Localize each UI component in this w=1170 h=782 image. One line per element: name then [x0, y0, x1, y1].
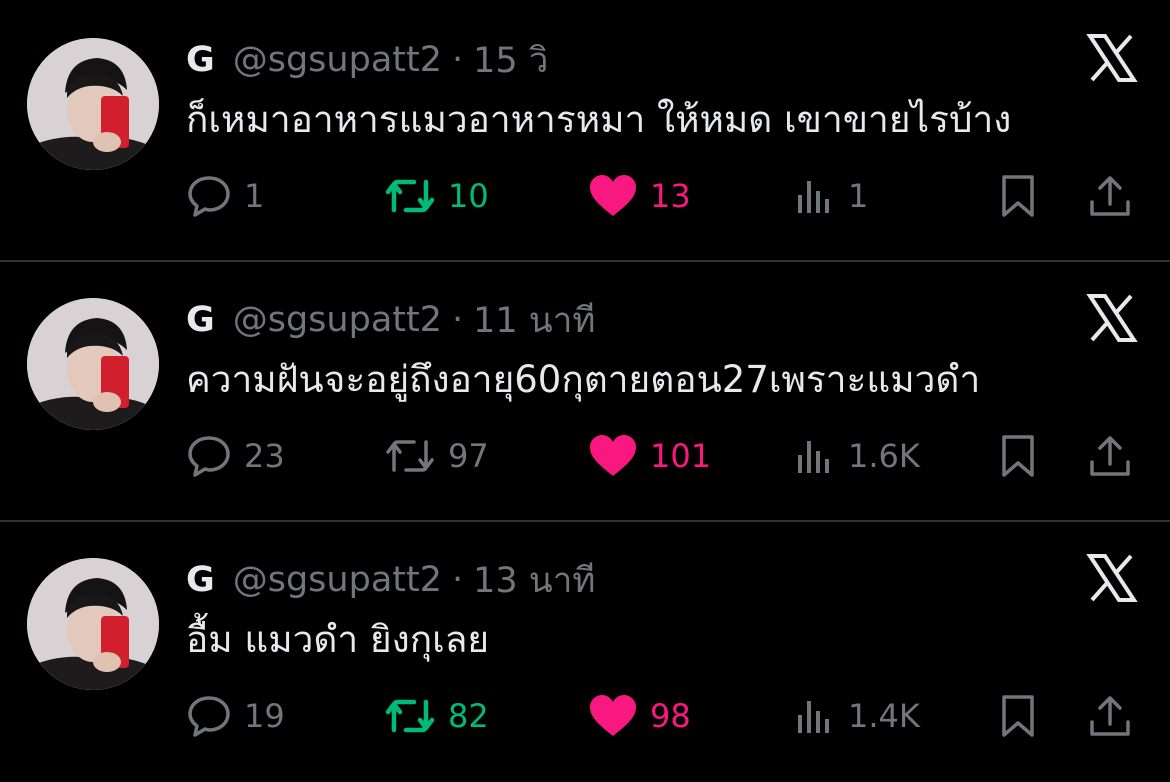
bookmark-icon [1002, 695, 1034, 737]
views-count: 1 [848, 177, 869, 215]
heart-icon [590, 175, 636, 216]
avatar[interactable] [27, 298, 159, 430]
share-button[interactable] [1088, 432, 1144, 480]
retweet-icon [386, 440, 434, 472]
heart-icon [590, 695, 636, 736]
user-handle[interactable]: @sgsupatt2 [233, 40, 442, 80]
tweet[interactable]: G @sgsupatt2 · 11 นาที ความฝันจะอยู่ถึงอ… [0, 262, 1170, 522]
x-logo-icon [1086, 34, 1138, 82]
tweet-text: ก็เหมาอาหารแมวอาหารหมา ให้หมด เขาขายไรบ้… [186, 98, 1012, 141]
reply-icon [188, 176, 230, 217]
retweet-count: 10 [448, 177, 489, 215]
bookmark-icon [1002, 435, 1034, 477]
heart-icon [590, 435, 636, 476]
reply-button[interactable]: 1 [186, 172, 264, 220]
views-icon [798, 701, 829, 733]
avatar[interactable] [27, 38, 159, 170]
reply-icon [188, 436, 230, 477]
retweet-button[interactable]: 97 [384, 432, 489, 480]
bookmark-icon [1002, 175, 1034, 217]
bookmark-button[interactable] [998, 432, 1050, 480]
reply-count: 23 [244, 437, 285, 475]
like-count: 101 [650, 437, 712, 475]
like-button[interactable]: 98 [588, 692, 691, 740]
share-icon [1090, 696, 1130, 736]
retweet-button[interactable]: 82 [384, 692, 489, 740]
reply-count: 1 [244, 177, 265, 215]
share-icon [1090, 176, 1130, 216]
timestamp[interactable]: 13 นาที [473, 553, 595, 608]
share-button[interactable] [1088, 172, 1144, 220]
views-button[interactable]: 1.4K [794, 692, 920, 740]
tweet[interactable]: G @sgsupatt2 · 15 วิ ก็เหมาอาหารแมวอาหาร… [0, 0, 1170, 260]
retweet-icon [385, 179, 435, 213]
retweet-icon [385, 699, 435, 733]
views-count: 1.4K [848, 697, 920, 735]
like-button[interactable]: 101 [588, 432, 711, 480]
separator-dot: · [451, 560, 464, 600]
reply-button[interactable]: 19 [186, 692, 285, 740]
timestamp[interactable]: 15 วิ [473, 33, 548, 88]
views-count: 1.6K [848, 437, 920, 475]
x-logo-icon [1086, 294, 1138, 342]
avatar[interactable] [27, 558, 159, 690]
tweet-actions: 23 97 101 1.6K [186, 432, 1146, 480]
views-button[interactable]: 1.6K [794, 432, 920, 480]
tweet-header: G @sgsupatt2 · 13 นาที [186, 556, 595, 604]
reply-count: 19 [244, 697, 285, 735]
tweet[interactable]: G @sgsupatt2 · 13 นาที อื้ม แมวดำ ยิงกุเ… [0, 522, 1170, 782]
tweet-header: G @sgsupatt2 · 15 วิ [186, 36, 548, 84]
bookmark-button[interactable] [998, 172, 1050, 220]
display-name[interactable]: G [186, 40, 215, 80]
tweet-feed: G @sgsupatt2 · 15 วิ ก็เหมาอาหารแมวอาหาร… [0, 0, 1170, 776]
like-count: 13 [650, 177, 691, 215]
display-name[interactable]: G [186, 300, 215, 340]
display-name[interactable]: G [186, 560, 215, 600]
like-button[interactable]: 13 [588, 172, 691, 220]
user-handle[interactable]: @sgsupatt2 [233, 560, 442, 600]
user-handle[interactable]: @sgsupatt2 [233, 300, 442, 340]
separator-dot: · [451, 300, 464, 340]
views-icon [798, 441, 829, 473]
like-count: 98 [650, 697, 691, 735]
retweet-button[interactable]: 10 [384, 172, 489, 220]
x-logo-icon [1086, 554, 1138, 602]
reply-icon [188, 696, 230, 737]
views-button[interactable]: 1 [794, 172, 868, 220]
views-icon [798, 181, 829, 213]
tweet-header: G @sgsupatt2 · 11 นาที [186, 296, 595, 344]
retweet-count: 97 [448, 437, 489, 475]
tweet-text: อื้ม แมวดำ ยิงกุเลย [186, 618, 490, 661]
tweet-actions: 1 10 13 1 [186, 172, 1146, 220]
reply-button[interactable]: 23 [186, 432, 285, 480]
bookmark-button[interactable] [998, 692, 1050, 740]
tweet-text: ความฝันจะอยู่ถึงอายุ60กุตายตอน27เพราะแมว… [186, 358, 981, 401]
tweet-actions: 19 82 98 1.4K [186, 692, 1146, 740]
timestamp[interactable]: 11 นาที [473, 293, 595, 348]
separator-dot: · [451, 40, 464, 80]
retweet-count: 82 [448, 697, 489, 735]
share-icon [1090, 436, 1130, 476]
share-button[interactable] [1088, 692, 1144, 740]
